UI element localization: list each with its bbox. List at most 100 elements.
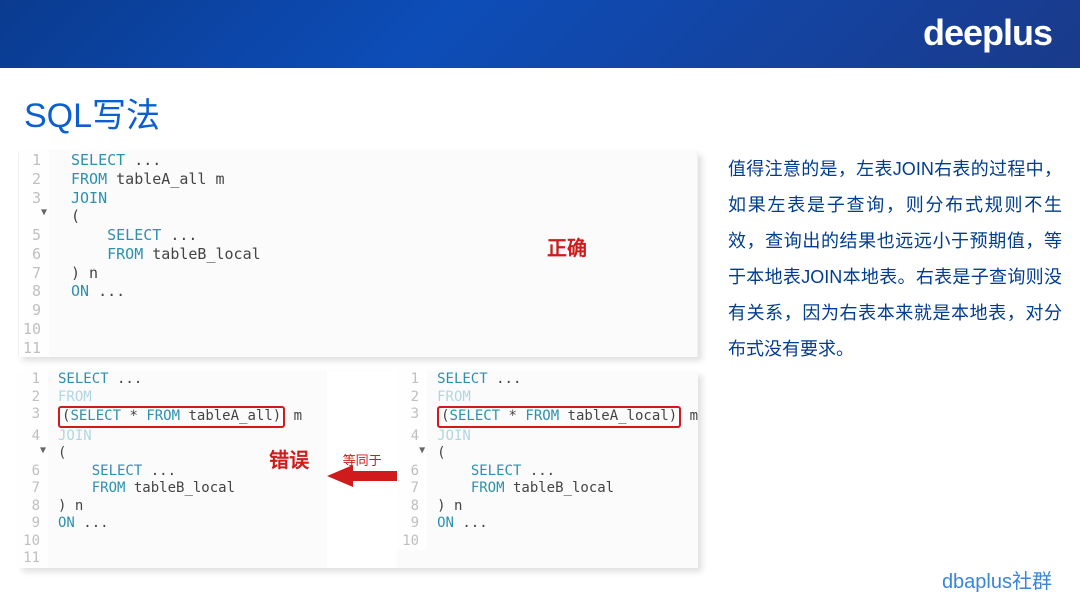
code-text: JOIN [48,428,92,446]
gutter-number: 7 [397,480,427,498]
code-line: 8) n [397,498,698,516]
code-text: SELECT ... [48,463,176,481]
code-line: 1SELECT ... [397,371,698,389]
code-text: ( [49,207,80,226]
code-line: 10 [397,533,698,551]
gutter-number: 1 [397,371,427,389]
gutter-number: 9 [18,515,48,533]
code-text [427,533,437,551]
gutter-number: 8 [19,282,49,301]
gutter-number: 6 [19,245,49,264]
code-text [48,533,58,551]
code-text: ) n [49,264,98,283]
gutter-number: 5 [19,226,49,245]
code-line: 10 [18,533,327,551]
code-line: 3(SELECT * FROM tableA_local) m [397,406,698,428]
gutter-number: 11 [18,550,48,568]
code-text: FROM [48,389,92,407]
gutter-number: 1 [19,151,49,170]
code-text: ( [48,445,66,463]
code-text: JOIN [49,189,107,208]
code-text: SELECT ... [48,371,142,389]
code-line: 7) n [19,264,697,283]
code-block-wrong-right: 1SELECT ...2FROM3(SELECT * FROM tableA_l… [397,371,698,568]
code-line: 2FROM tableA_all m [19,170,697,189]
code-text: ON ... [427,515,488,533]
code-line: 9ON ... [397,515,698,533]
footer-brand: dbaplus社群 [942,565,1052,594]
code-line: ( [397,445,698,463]
code-line: 9ON ... [18,515,327,533]
code-line: 11 [19,339,697,358]
gutter-number: 6 [18,463,48,481]
gutter-number: 10 [19,320,49,339]
logo-text: deeplus [923,12,1052,54]
gutter-number: 2 [397,389,427,407]
gutter-number: 3 [397,406,427,428]
arrow-column: 等同于 [327,371,397,568]
code-text: ) n [48,498,83,516]
code-line: 6 FROM tableB_local [19,245,697,264]
code-line: 2FROM [18,389,327,407]
code-text [49,320,71,339]
gutter-number: 3 [18,406,48,428]
gutter-number: 10 [397,533,427,551]
code-line: 4JOIN [397,428,698,446]
gutter-number: 9 [397,515,427,533]
code-line: 9 [19,301,697,320]
code-line: 3(SELECT * FROM tableA_all) m [18,406,327,428]
code-text: (SELECT * FROM tableA_local) m [427,406,698,428]
code-block-wrong-row: 错误 1SELECT ...2FROM3(SELECT * FROM table… [18,371,698,568]
code-line: 8ON ... [19,282,697,301]
gutter-number: 4 [18,428,48,446]
code-text: SELECT ... [49,226,197,245]
header-bar: deeplus [0,0,1080,68]
code-column: 正确 1SELECT ...2FROM tableA_all m3JOIN(5 … [18,151,698,568]
left-arrow-icon [327,463,397,489]
gutter-number: 1 [18,371,48,389]
code-line: 6 SELECT ... [397,463,698,481]
code-line: 11 [18,550,327,568]
wrong-badge: 错误 [269,449,309,474]
code-text: FROM tableB_local [427,480,614,498]
code-line: 7 FROM tableB_local [397,480,698,498]
code-text: SELECT ... [427,371,521,389]
code-line: 5 SELECT ... [19,226,697,245]
gutter-number: 7 [19,264,49,283]
gutter-number: 10 [18,533,48,551]
code-text: FROM [427,389,471,407]
gutter-number: 6 [397,463,427,481]
explanation-text: 值得注意的是，左表JOIN右表的过程中，如果左表是子查询，则分布式规则不生效，查… [728,151,1062,367]
gutter-number: 4 [397,428,427,446]
main-content: 正确 1SELECT ...2FROM tableA_all m3JOIN(5 … [0,137,1080,568]
correct-badge: 正确 [547,237,587,262]
code-text: FROM tableB_local [48,480,235,498]
code-text: FROM tableA_all m [49,170,225,189]
code-text: ON ... [48,515,109,533]
code-block-correct: 正确 1SELECT ...2FROM tableA_all m3JOIN(5 … [18,151,698,357]
gutter-number: 11 [19,339,49,358]
code-text: (SELECT * FROM tableA_all) m [48,406,302,428]
code-text: FROM tableB_local [49,245,261,264]
code-line: ( [19,207,697,226]
gutter-number [18,445,48,463]
code-text: ) n [427,498,462,516]
explanation-column: 值得注意的是，左表JOIN右表的过程中，如果左表是子查询，则分布式规则不生效，查… [728,151,1062,568]
gutter-number: 8 [18,498,48,516]
code-line: 4JOIN [18,428,327,446]
code-text [48,550,58,568]
code-line: 10 [19,320,697,339]
gutter-number [397,445,427,463]
code-line: 7 FROM tableB_local [18,480,327,498]
gutter-number: 7 [18,480,48,498]
gutter-number: 2 [18,389,48,407]
gutter-number [19,207,49,226]
code-text: ( [427,445,445,463]
gutter-number: 8 [397,498,427,516]
code-line: 8) n [18,498,327,516]
code-text [49,339,71,358]
code-line: 3JOIN [19,189,697,208]
code-line: 1SELECT ... [19,151,697,170]
code-text: ON ... [49,282,125,301]
slide-title: SQL写法 [24,88,1080,137]
